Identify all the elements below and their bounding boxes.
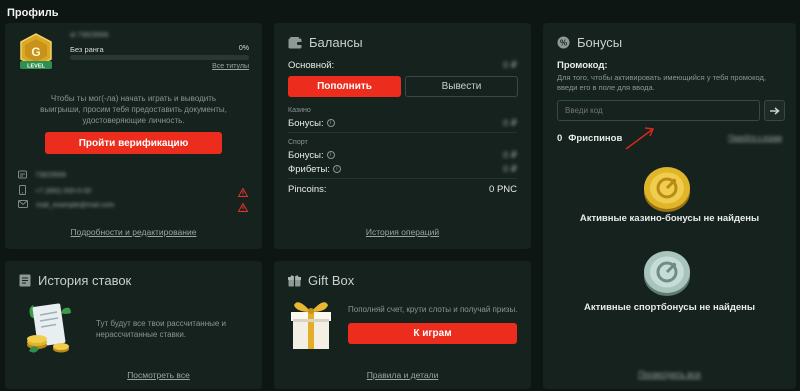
bonuses-header: % Бонусы [557, 35, 622, 50]
freespins-row: 0 Фриспинов [557, 133, 622, 144]
withdraw-button[interactable]: Вывести [405, 76, 518, 97]
rank-progress-bar [70, 55, 249, 60]
bet-history-view-all-link[interactable]: Посмотреть все [55, 370, 262, 380]
balances-title: Балансы [309, 35, 363, 50]
phone-icon [18, 185, 27, 197]
sport-bonuses-label: Бонусы: [288, 150, 324, 161]
level-badge-text: LEVEL [27, 64, 45, 70]
gift-box-icon [288, 274, 301, 287]
casino-coin-icon [641, 162, 693, 219]
gift-box-title: Gift Box [308, 273, 355, 288]
freebets-info-icon[interactable]: i [332, 165, 341, 174]
arrow-right-icon [769, 103, 780, 118]
main-balance-label: Основной: [288, 60, 335, 71]
promo-submit-button[interactable] [764, 100, 785, 121]
profile-details-link[interactable]: Подробности и редактирование [5, 227, 262, 237]
bonuses-card: % Бонусы Промокод: Для того, чтобы актив… [543, 23, 796, 389]
pincoins-row: Pincoins: 0 PNC [288, 184, 517, 195]
bet-slip-illustration-icon [23, 299, 75, 362]
all-titles-link[interactable]: Все титулы [212, 63, 249, 70]
bonuses-title: Бонусы [577, 35, 623, 50]
bonuses-view-all-link[interactable]: Посмотреть все [543, 369, 796, 379]
username: id 73829566 [70, 32, 109, 39]
balances-card: Балансы Основной: 0 ₽ Пополнить Вывести … [274, 23, 531, 249]
freebets-row: Фрибеты: i 0 ₽ [288, 164, 517, 175]
gift-box-header: Gift Box [288, 273, 354, 288]
gift-box-card: Gift Box Пополняй счет, крути слоты и по… [274, 261, 531, 389]
bet-history-card: История ставок Тут будут все твои рассчи… [5, 261, 262, 389]
divider [288, 132, 517, 133]
bet-history-title: История ставок [38, 273, 132, 288]
sport-bonuses-empty: Активные спортбонусы не найдены [583, 302, 756, 313]
email-value: mail_example@mail.com [36, 201, 115, 209]
gift-box-rules-link[interactable]: Правила и детали [274, 370, 531, 380]
svg-text:G: G [31, 45, 40, 59]
main-balance-value: 0 ₽ [503, 60, 517, 71]
bet-history-text: Тут будут все твои рассчитанные и нерасс… [96, 319, 227, 339]
level-badge-icon: G LEVEL [18, 33, 54, 73]
freebets-value: 0 ₽ [503, 164, 517, 175]
casino-bonuses-empty: Активные казино-бонусы не найдены [579, 213, 760, 224]
verify-button[interactable]: Пройти верификацию [45, 132, 222, 154]
freebets-label: Фрибеты: [288, 164, 330, 175]
casino-bonuses-info-icon[interactable]: i [326, 119, 335, 128]
phone-value: +7 (900) 000-0-00 [35, 187, 92, 195]
sport-bonuses-value: 0 ₽ [503, 150, 517, 161]
main-balance-row: Основной: 0 ₽ [288, 60, 517, 71]
gift-box-text: Пополняй счет, крути слоты и получай при… [348, 305, 518, 314]
verification-text: Чтобы ты мог(-ла) начать играть и выводи… [40, 94, 227, 125]
casino-section-label: Казино [288, 107, 311, 114]
id-card-icon [18, 170, 27, 181]
annotation-arrow [623, 124, 659, 157]
operations-history-link[interactable]: История операций [274, 227, 531, 237]
rank-label: Без ранга [70, 45, 104, 54]
pincoins-value: 0 PNC [489, 184, 517, 195]
casino-bonuses-label: Бонусы: [288, 118, 324, 129]
sport-section-label: Спорт [288, 139, 308, 146]
freespins-count: 0 [557, 133, 563, 144]
divider [288, 178, 517, 179]
email-row: mail_example@mail.com [18, 200, 114, 210]
freespins-link[interactable]: Перейти к играм [728, 135, 782, 142]
promo-code-input[interactable] [557, 100, 760, 121]
rank-progress-percent: 0% [238, 45, 249, 52]
email-warning-icon[interactable] [237, 199, 249, 217]
gift-illustration-icon [286, 295, 336, 356]
phone-row: +7 (900) 000-0-00 [18, 185, 91, 197]
profile-card: G LEVEL id 73829566 Без ранга 0% Все тит… [5, 23, 262, 249]
sport-bonuses-info-icon[interactable]: i [326, 151, 335, 160]
page-title: Профиль [7, 7, 59, 19]
id-value: 73829566 [35, 172, 67, 179]
balances-header: Балансы [288, 35, 363, 50]
promo-label: Промокод: [557, 60, 608, 71]
promo-hint: Для того, чтобы активировать имеющийся у… [557, 73, 766, 92]
sport-bonuses-row: Бонусы: i 0 ₽ [288, 150, 517, 161]
svg-text:%: % [560, 39, 567, 48]
email-icon [18, 200, 28, 210]
deposit-button[interactable]: Пополнить [288, 76, 401, 97]
pincoins-label: Pincoins: [288, 184, 327, 195]
wallet-icon [288, 36, 302, 49]
receipt-icon [19, 274, 31, 287]
casino-bonuses-value: 0 ₽ [503, 118, 517, 129]
bet-history-header: История ставок [19, 273, 131, 288]
gift-icon: % [557, 36, 570, 49]
id-row: 73829566 [18, 170, 66, 181]
casino-bonuses-row: Бонусы: i 0 ₽ [288, 118, 517, 129]
to-games-button[interactable]: К играм [348, 323, 517, 344]
sport-coin-icon [641, 246, 693, 303]
freespins-label: Фриспинов [568, 133, 623, 144]
